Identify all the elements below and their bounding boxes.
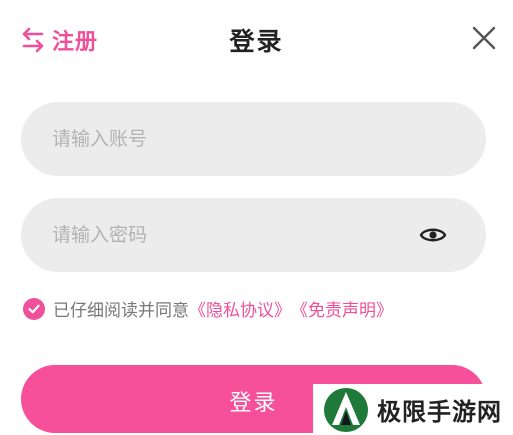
header: 注册 登录 <box>0 0 513 80</box>
watermark: 极限手游网 <box>313 384 513 435</box>
account-input[interactable] <box>52 102 412 176</box>
password-input[interactable] <box>52 198 412 272</box>
close-icon[interactable] <box>470 24 498 52</box>
agreement-checkbox[interactable] <box>23 297 45 320</box>
eye-icon[interactable] <box>419 224 447 246</box>
account-field <box>21 102 486 176</box>
password-field <box>21 198 486 272</box>
privacy-policy-link[interactable]: 《隐私协议》 <box>189 296 291 321</box>
watermark-logo-icon <box>324 387 368 432</box>
page-title: 登录 <box>229 27 284 56</box>
agreement-row: 已仔细阅读并同意 《隐私协议》 《免责声明》 <box>23 296 393 321</box>
disclaimer-link[interactable]: 《免责声明》 <box>291 296 393 321</box>
check-icon <box>28 304 40 313</box>
agreement-text: 已仔细阅读并同意 <box>53 301 189 321</box>
watermark-text: 极限手游网 <box>377 398 502 426</box>
